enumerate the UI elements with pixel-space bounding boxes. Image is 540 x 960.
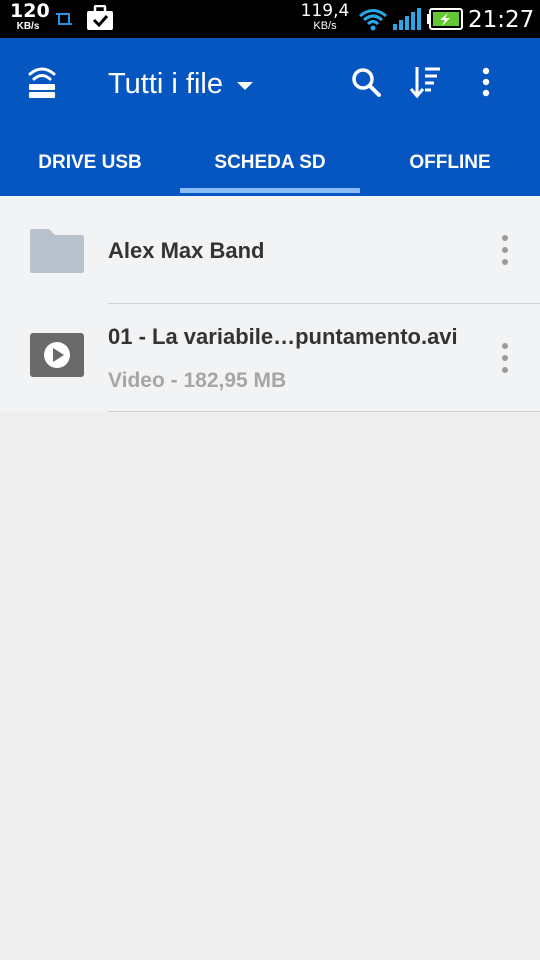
item-more-icon[interactable] (490, 230, 520, 270)
overflow-menu-icon[interactable] (466, 62, 506, 102)
sort-icon[interactable] (406, 62, 446, 102)
tab-indicator (180, 188, 360, 193)
work-profile-icon (87, 5, 113, 30)
wifi-icon (359, 9, 387, 31)
clock: 21:27 (468, 7, 535, 33)
net-speed-right: 119,4 KB/s (300, 3, 350, 32)
signal-icon (393, 8, 421, 30)
net-speed-left-value: 120 (10, 0, 50, 22)
file-name: 01 - La variabile…puntamento.avi (108, 324, 458, 349)
net-speed-left: 120 KB/s (10, 0, 50, 32)
folder-icon (30, 229, 84, 273)
net-speed-left-unit: KB/s (16, 21, 40, 32)
net-speed-right-value: 119,4 (300, 1, 350, 21)
screenshot-icon (56, 13, 72, 25)
battery-charging-icon (427, 8, 463, 30)
tab-offline[interactable]: OFFLINE (360, 138, 540, 196)
file-list: Alex Max Band 01 - La variabile…puntamen… (0, 196, 540, 412)
status-bar: 120 KB/s 119,4 KB/s 21:27 (0, 0, 540, 38)
location-dropdown[interactable]: Tutti i file (108, 62, 253, 106)
divider (108, 411, 540, 412)
video-file-icon (30, 333, 84, 377)
tab-drive-usb[interactable]: DRIVE USB (0, 138, 180, 196)
list-item[interactable]: Alex Max Band (0, 196, 540, 304)
wireless-drive-icon[interactable] (24, 64, 60, 100)
net-speed-right-unit: KB/s (313, 20, 337, 32)
list-item[interactable]: 01 - La variabile…puntamento.avi Video -… (0, 304, 540, 412)
page-title: Tutti i file (108, 67, 223, 100)
item-more-icon[interactable] (490, 338, 520, 378)
search-icon[interactable] (346, 62, 386, 102)
app-bar: Tutti i file DRIVE USB SCHEDA SD OFFLINE (0, 38, 540, 196)
file-meta: Video - 182,95 MB (108, 369, 287, 392)
file-name: Alex Max Band (108, 238, 265, 263)
dropdown-caret-icon (236, 82, 253, 90)
